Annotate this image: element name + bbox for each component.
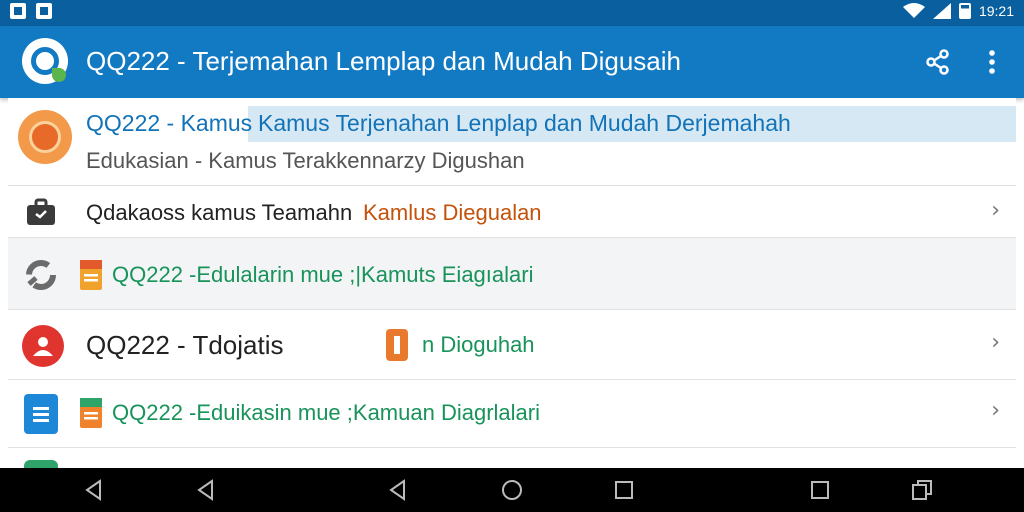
battery-icon [958,3,971,19]
home-icon[interactable] [500,478,524,502]
status-indicators: 19:21 [902,3,1014,19]
briefcase-icon [27,198,55,225]
notification-icon [36,3,52,19]
navigation-bar [0,468,1024,512]
list-item-title: Qdakaoss kamus Teamahn [86,200,353,225]
recents-icon[interactable] [808,478,832,502]
list-item-title-highlight: Kamus Terjenahan Lenplap dan Mudah Derje… [258,110,791,136]
list-item-title: QQ222 - Tdojatis [86,330,284,360]
share-icon [926,49,949,75]
share-button[interactable] [920,44,956,80]
overview-icon[interactable] [910,478,934,502]
list-item[interactable]: QQ222 -Eduikasin mue ;Kamuan Diagrlalari… [8,380,1016,448]
list-item-title-accent: n Dioguhah [422,332,535,357]
status-time: 19:21 [978,3,1014,19]
back-icon[interactable] [386,478,410,502]
app-icon [24,460,58,468]
dictionary-orange-icon [18,110,72,164]
list-item[interactable]: QQ222 - Kamus Kamus Terjenahan Lenplap d… [8,98,1016,186]
back-icon[interactable] [82,478,106,502]
file-icon [80,260,102,290]
wifi-icon [902,3,925,18]
recents-icon[interactable] [612,478,636,502]
refresh-icon [26,260,56,290]
person-icon [22,325,64,367]
chevron-right-icon: › [991,198,1000,223]
app-title: QQ222 - Terjemahan Lemplap dan Mudah Dig… [86,46,681,76]
more-vert-icon [989,50,995,74]
list-item[interactable]: QQ222 -Edulalarin mue ;|Kamuts Eiagıalar… [8,238,1016,310]
chevron-right-icon: › [991,330,1000,355]
app-logo-icon [22,38,68,84]
result-list: QQ222 - Kamus Kamus Terjenahan Lenplap d… [8,98,1016,468]
notification-icon [10,3,26,19]
status-bar: 19:21 [0,0,1024,26]
file-icon [80,398,102,428]
status-notifications [10,3,52,19]
app-bar: QQ222 - Terjemahan Lemplap dan Mudah Dig… [0,26,1024,98]
list-item-title-accent: Kamlus Diegualan [363,200,542,225]
list-item[interactable]: QQ222 - Tdojatis n Dioguhah › [8,310,1016,380]
signal-icon [932,3,951,19]
list-item-title: QQ222 - Kamus [86,110,253,136]
list-item-title: QQ222 -Eduikasin mue ;Kamuan Diagrlalari [112,400,540,425]
list-item-title: QQ222 -Edulalarin mue ;|Kamuts Eiagıalar… [112,262,534,287]
list-item[interactable] [8,448,1016,468]
list-item-subtitle: Edukasian - Kamus Terakkennarzy Digushan [86,148,525,173]
document-icon [24,394,58,434]
list-item[interactable]: Qdakaoss kamus Teamahn Kamlus Diegualan … [8,186,1016,238]
more-options-button[interactable] [974,44,1010,80]
chevron-right-icon: › [991,398,1000,423]
info-badge-icon [386,329,408,361]
back-icon[interactable] [194,478,218,502]
